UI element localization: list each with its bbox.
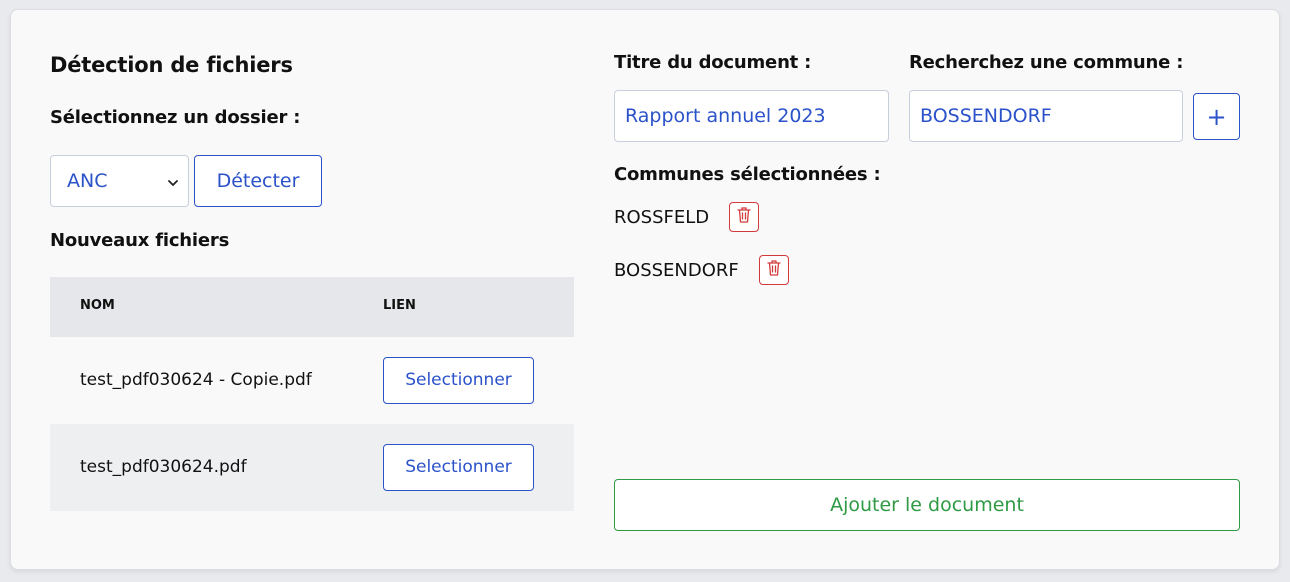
selected-communes-label: Communes sélectionnées : bbox=[614, 164, 881, 185]
add-document-button[interactable]: Ajouter le document bbox=[614, 479, 1240, 531]
remove-commune-button[interactable] bbox=[758, 255, 789, 285]
table-row: test_pdf030624 - Copie.pdf Selectionner bbox=[50, 337, 574, 424]
column-header-link: LIEN bbox=[383, 298, 416, 313]
trash-icon bbox=[736, 206, 752, 228]
commune-search-value: BOSSENDORF bbox=[920, 105, 1052, 127]
new-files-title: Nouveaux fichiers bbox=[50, 230, 230, 251]
trash-icon bbox=[766, 259, 782, 281]
folder-select-value: ANC bbox=[67, 170, 108, 192]
doc-title-input[interactable]: Rapport annuel 2023 bbox=[614, 90, 889, 142]
section-title: Détection de fichiers bbox=[50, 53, 293, 77]
table-header: NOM LIEN bbox=[50, 277, 574, 337]
commune-name: ROSSFELD bbox=[614, 206, 710, 228]
select-file-button[interactable]: Selectionner bbox=[383, 444, 534, 491]
detect-button[interactable]: Détecter bbox=[194, 155, 322, 207]
doc-title-value: Rapport annuel 2023 bbox=[625, 105, 826, 127]
doc-title-label: Titre du document : bbox=[614, 52, 812, 73]
remove-commune-button[interactable] bbox=[729, 202, 760, 232]
plus-icon: + bbox=[1206, 102, 1227, 131]
list-item: ROSSFELD bbox=[614, 202, 760, 232]
column-header-name: NOM bbox=[80, 298, 115, 313]
table-row: test_pdf030624.pdf Selectionner bbox=[50, 424, 574, 511]
folder-label: Sélectionnez un dossier : bbox=[50, 107, 301, 128]
select-file-button[interactable]: Selectionner bbox=[383, 357, 534, 404]
chevron-down-icon bbox=[166, 173, 180, 187]
list-item: BOSSENDORF bbox=[614, 255, 789, 285]
commune-name: BOSSENDORF bbox=[614, 259, 739, 281]
file-name: test_pdf030624 - Copie.pdf bbox=[80, 370, 312, 390]
file-detection-card: Détection de fichiers Sélectionnez un do… bbox=[10, 9, 1280, 570]
file-name: test_pdf030624.pdf bbox=[80, 457, 247, 477]
files-table: NOM LIEN test_pdf030624 - Copie.pdf Sele… bbox=[50, 277, 574, 511]
add-commune-button[interactable]: + bbox=[1193, 93, 1240, 140]
commune-search-input[interactable]: BOSSENDORF bbox=[909, 90, 1183, 142]
commune-search-label: Recherchez une commune : bbox=[909, 52, 1184, 73]
folder-select[interactable]: ANC bbox=[50, 155, 189, 207]
